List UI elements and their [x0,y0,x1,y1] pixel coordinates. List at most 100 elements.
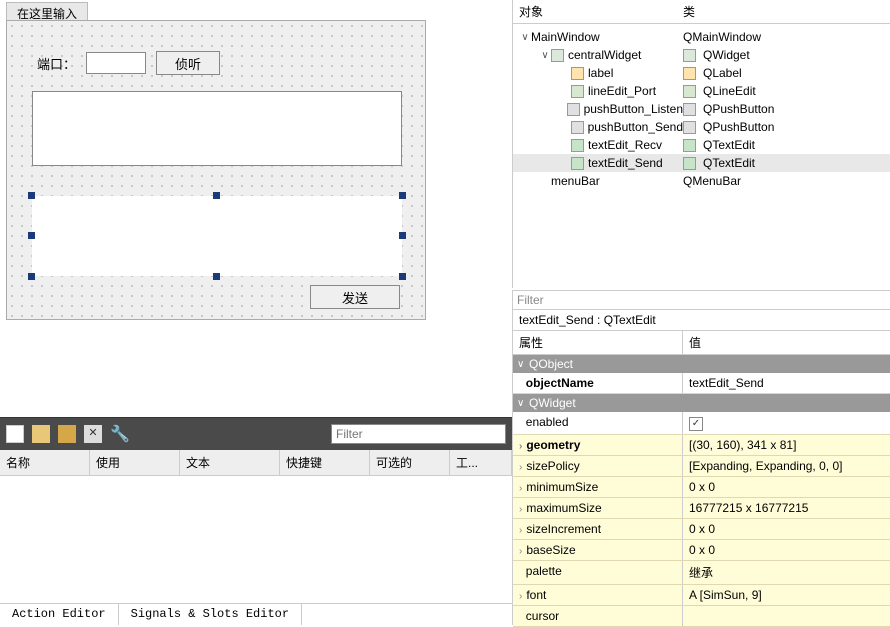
resize-handle[interactable] [213,273,220,280]
resize-handle[interactable] [28,192,35,199]
object-tree-body: ∨MainWindowQMainWindow∨centralWidgetQWid… [513,24,890,194]
property-row-sizePolicy[interactable]: ›sizePolicy[Expanding, Expanding, 0, 0] [513,456,890,477]
expand-arrow-icon[interactable]: › [519,546,522,557]
textedit-send-selected[interactable] [32,196,402,276]
text-icon [571,139,584,152]
expander-icon[interactable]: ∨ [519,32,531,43]
form-canvas[interactable]: 端口： 侦听 发送 [6,20,426,320]
action-list-body[interactable] [0,476,512,604]
tab-signals-slots[interactable]: Signals & Slots Editor [119,604,302,625]
action-filter-input[interactable] [331,424,506,444]
textedit-recv[interactable] [32,91,402,166]
property-title: textEdit_Send : QTextEdit [513,310,890,331]
property-value[interactable]: ✓ [683,412,890,434]
object-header-class[interactable]: 类 [683,3,890,20]
push-icon [683,121,696,134]
tree-row-MainWindow[interactable]: ∨MainWindowQMainWindow [513,28,890,46]
property-group-QObject[interactable]: ∨QObject [513,355,890,373]
tree-row-pushButton_Listen[interactable]: pushButton_ListenQPushButton [513,100,890,118]
tree-item-name: menuBar [551,174,600,188]
action-header-text[interactable]: 文本 [180,450,280,475]
resize-handle[interactable] [399,273,406,280]
property-name: palette [526,564,562,578]
tree-item-name: centralWidget [568,48,641,62]
property-name: enabled [526,415,569,429]
listen-button[interactable]: 侦听 [156,51,220,75]
tree-row-textEdit_Recv[interactable]: textEdit_RecvQTextEdit [513,136,890,154]
collapse-icon[interactable]: ∨ [517,359,529,370]
property-value[interactable]: 0 x 0 [683,540,890,560]
action-header-shortcut[interactable]: 快捷键 [280,450,370,475]
expander-icon[interactable]: ∨ [539,50,551,61]
folder-open-icon[interactable] [58,425,76,443]
folder-icon[interactable] [32,425,50,443]
resize-handle[interactable] [28,273,35,280]
tree-row-pushButton_Send[interactable]: pushButton_SendQPushButton [513,118,890,136]
property-value[interactable]: 16777215 x 16777215 [683,498,890,518]
tree-row-centralWidget[interactable]: ∨centralWidgetQWidget [513,46,890,64]
property-filter[interactable]: Filter [513,291,890,310]
property-value[interactable] [683,606,890,626]
property-value[interactable]: 继承 [683,561,890,584]
push-icon [683,103,696,116]
expand-arrow-icon[interactable]: › [519,462,522,473]
property-value[interactable]: [(30, 160), 341 x 81] [683,435,890,455]
tree-row-lineEdit_Port[interactable]: lineEdit_PortQLineEdit [513,82,890,100]
tab-action-editor[interactable]: Action Editor [0,604,119,625]
line-icon [571,85,584,98]
new-action-icon[interactable] [6,425,24,443]
text-icon [683,139,696,152]
property-value[interactable]: 0 x 0 [683,477,890,497]
property-value[interactable]: A [SimSun, 9] [683,585,890,605]
action-header-name[interactable]: 名称 [0,450,90,475]
property-header-name[interactable]: 属性 [513,331,683,354]
property-name: geometry [526,438,580,452]
resize-handle[interactable] [28,232,35,239]
property-value[interactable]: [Expanding, Expanding, 0, 0] [683,456,890,476]
action-header-checkable[interactable]: 可选的 [370,450,450,475]
property-row-palette[interactable]: palette 继承 [513,561,890,585]
expand-arrow-icon[interactable]: › [519,525,522,536]
checkbox-icon[interactable]: ✓ [689,417,703,431]
property-row-baseSize[interactable]: ›baseSize0 x 0 [513,540,890,561]
tree-row-textEdit_Send[interactable]: textEdit_SendQTextEdit [513,154,890,172]
resize-handle[interactable] [399,232,406,239]
collapse-icon[interactable]: ∨ [517,398,529,409]
port-input[interactable] [86,52,146,74]
action-header-tooltip[interactable]: 工... [450,450,512,475]
wrench-icon[interactable]: 🔧 [110,424,130,444]
object-header-name[interactable]: 对象 [513,3,683,20]
property-row-objectName[interactable]: objectNametextEdit_Send [513,373,890,394]
property-header-value[interactable]: 值 [683,331,890,354]
tree-item-name: label [588,66,613,80]
property-row-geometry[interactable]: › geometry [(30, 160), 341 x 81] [513,435,890,456]
property-row-enabled[interactable]: enabled ✓ [513,412,890,435]
delete-icon[interactable]: ✕ [84,425,102,443]
send-button[interactable]: 发送 [310,285,400,309]
label-icon [571,67,584,80]
expand-arrow-icon[interactable]: › [519,504,522,515]
action-header-used[interactable]: 使用 [90,450,180,475]
property-row-minimumSize[interactable]: › minimumSize 0 x 0 [513,477,890,498]
property-value[interactable]: textEdit_Send [683,373,890,393]
tree-row-label[interactable]: labelQLabel [513,64,890,82]
resize-handle[interactable] [399,192,406,199]
property-name: minimumSize [526,480,598,494]
property-row-maximumSize[interactable]: › maximumSize 16777215 x 16777215 [513,498,890,519]
label-icon [683,67,696,80]
tree-row-menuBar[interactable]: menuBar QMenuBar [513,172,890,190]
tree-item-class: QMenuBar [683,174,741,188]
property-name: maximumSize [526,501,601,515]
property-group-QWidget[interactable]: ∨QWidget [513,394,890,412]
property-row-cursor[interactable]: cursor [513,606,890,627]
expand-arrow-icon[interactable]: › [519,483,522,494]
action-editor-panel: ✕ 🔧 名称 使用 文本 快捷键 可选的 工... [0,417,512,603]
resize-handle[interactable] [213,192,220,199]
expand-arrow-icon[interactable]: › [519,591,522,602]
property-row-sizeIncrement[interactable]: ›sizeIncrement0 x 0 [513,519,890,540]
object-inspector: 对象 类 ∨MainWindowQMainWindow∨centralWidge… [512,0,890,288]
expand-arrow-icon[interactable]: › [519,441,522,452]
property-value[interactable]: 0 x 0 [683,519,890,539]
property-row-font[interactable]: ›fontA [SimSun, 9] [513,585,890,606]
tree-item-name: MainWindow [531,30,600,44]
